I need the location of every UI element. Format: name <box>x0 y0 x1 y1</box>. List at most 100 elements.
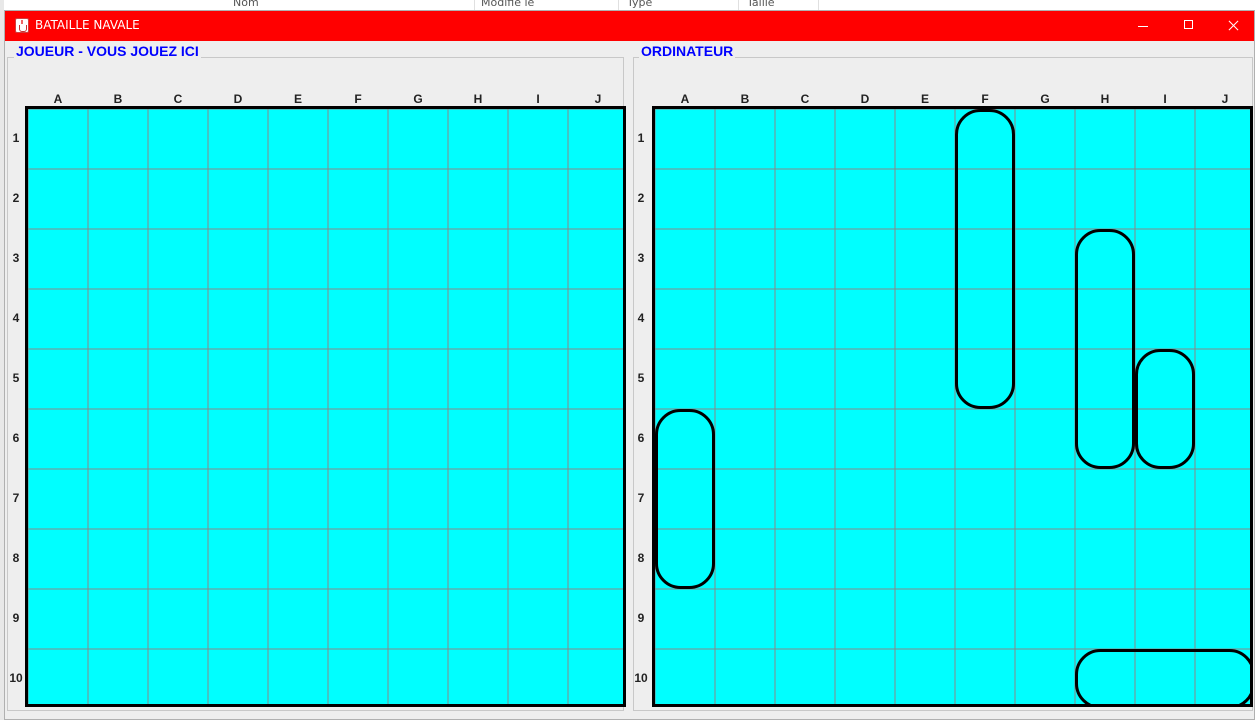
grid-cell-F2[interactable] <box>327 168 389 230</box>
close-button[interactable] <box>1211 11 1255 41</box>
grid-cell-G7[interactable] <box>387 468 449 530</box>
grid-cell-A4[interactable] <box>28 288 89 350</box>
grid-cell-C5[interactable] <box>147 348 209 410</box>
grid-cell-F7[interactable] <box>327 468 389 530</box>
grid-cell-E10[interactable] <box>267 648 329 704</box>
grid-cell-D5[interactable] <box>207 348 269 410</box>
grid-cell-I5[interactable] <box>507 348 569 410</box>
grid-cell-G4[interactable] <box>387 288 449 350</box>
grid-cell-G8[interactable] <box>387 528 449 590</box>
grid-cell-J5[interactable] <box>567 348 623 410</box>
grid-cell-A8[interactable] <box>28 528 89 590</box>
grid-cell-J10[interactable] <box>567 648 623 704</box>
grid-cell-H2[interactable] <box>447 168 509 230</box>
grid-cell-C1[interactable] <box>147 109 209 170</box>
minimize-button[interactable] <box>1121 11 1166 41</box>
grid-cell-F6[interactable] <box>327 408 389 470</box>
grid-cell-B5[interactable] <box>87 348 149 410</box>
grid-cell-A3[interactable] <box>28 228 89 290</box>
grid-cell-C7[interactable] <box>147 468 209 530</box>
grid-cell-J7[interactable] <box>567 468 623 530</box>
grid-cell-B10[interactable] <box>87 648 149 704</box>
grid-cell-A7[interactable] <box>28 468 89 530</box>
grid-cell-G2[interactable] <box>387 168 449 230</box>
grid-cell-B7[interactable] <box>87 468 149 530</box>
player-grid[interactable] <box>28 109 623 704</box>
grid-cell-H9[interactable] <box>447 588 509 650</box>
grid-cell-I9[interactable] <box>507 588 569 650</box>
grid-cell-G3[interactable] <box>387 228 449 290</box>
grid-cell-B9[interactable] <box>87 588 149 650</box>
grid-cell-J8[interactable] <box>567 528 623 590</box>
grid-cell-A9[interactable] <box>28 588 89 650</box>
grid-cell-J2[interactable] <box>567 168 623 230</box>
grid-cell-C8[interactable] <box>147 528 209 590</box>
grid-cell-B3[interactable] <box>87 228 149 290</box>
grid-cell-I8[interactable] <box>507 528 569 590</box>
grid-cell-I10[interactable] <box>507 648 569 704</box>
grid-cell-G5[interactable] <box>387 348 449 410</box>
grid-cell-H10[interactable] <box>447 648 509 704</box>
grid-cell-J9[interactable] <box>567 588 623 650</box>
grid-cell-J6[interactable] <box>567 408 623 470</box>
grid-cell-A1[interactable] <box>28 109 89 170</box>
grid-cell-D6[interactable] <box>207 408 269 470</box>
grid-cell-C9[interactable] <box>147 588 209 650</box>
grid-cell-A2[interactable] <box>28 168 89 230</box>
grid-cell-E1[interactable] <box>267 109 329 170</box>
grid-cell-F10[interactable] <box>327 648 389 704</box>
grid-cell-J1[interactable] <box>567 109 623 170</box>
grid-cell-G10[interactable] <box>387 648 449 704</box>
grid-cell-D9[interactable] <box>207 588 269 650</box>
grid-cell-F9[interactable] <box>327 588 389 650</box>
grid-cell-D10[interactable] <box>207 648 269 704</box>
grid-cell-F4[interactable] <box>327 288 389 350</box>
grid-cell-F5[interactable] <box>327 348 389 410</box>
grid-cell-D8[interactable] <box>207 528 269 590</box>
grid-cell-E7[interactable] <box>267 468 329 530</box>
grid-cell-G9[interactable] <box>387 588 449 650</box>
grid-cell-A5[interactable] <box>28 348 89 410</box>
grid-cell-G1[interactable] <box>387 109 449 170</box>
grid-cell-I3[interactable] <box>507 228 569 290</box>
grid-cell-H4[interactable] <box>447 288 509 350</box>
grid-cell-E4[interactable] <box>267 288 329 350</box>
grid-cell-H6[interactable] <box>447 408 509 470</box>
grid-cell-B4[interactable] <box>87 288 149 350</box>
grid-cell-B1[interactable] <box>87 109 149 170</box>
grid-cell-A10[interactable] <box>28 648 89 704</box>
maximize-button[interactable] <box>1166 11 1211 41</box>
grid-cell-D4[interactable] <box>207 288 269 350</box>
grid-cell-H7[interactable] <box>447 468 509 530</box>
grid-cell-C3[interactable] <box>147 228 209 290</box>
grid-cell-F3[interactable] <box>327 228 389 290</box>
grid-cell-E2[interactable] <box>267 168 329 230</box>
grid-cell-C4[interactable] <box>147 288 209 350</box>
grid-cell-B6[interactable] <box>87 408 149 470</box>
grid-cell-H1[interactable] <box>447 109 509 170</box>
grid-cell-H5[interactable] <box>447 348 509 410</box>
player-board[interactable] <box>25 106 626 707</box>
grid-cell-I1[interactable] <box>507 109 569 170</box>
grid-cell-F8[interactable] <box>327 528 389 590</box>
grid-cell-E5[interactable] <box>267 348 329 410</box>
grid-cell-D7[interactable] <box>207 468 269 530</box>
grid-cell-E9[interactable] <box>267 588 329 650</box>
grid-cell-B2[interactable] <box>87 168 149 230</box>
grid-cell-D1[interactable] <box>207 109 269 170</box>
grid-cell-A6[interactable] <box>28 408 89 470</box>
grid-cell-I7[interactable] <box>507 468 569 530</box>
grid-cell-I6[interactable] <box>507 408 569 470</box>
grid-cell-C6[interactable] <box>147 408 209 470</box>
grid-cell-H3[interactable] <box>447 228 509 290</box>
grid-cell-H8[interactable] <box>447 528 509 590</box>
grid-cell-J4[interactable] <box>567 288 623 350</box>
grid-cell-G6[interactable] <box>387 408 449 470</box>
grid-cell-B8[interactable] <box>87 528 149 590</box>
grid-cell-E3[interactable] <box>267 228 329 290</box>
grid-cell-J3[interactable] <box>567 228 623 290</box>
grid-cell-E8[interactable] <box>267 528 329 590</box>
grid-cell-I4[interactable] <box>507 288 569 350</box>
grid-cell-E6[interactable] <box>267 408 329 470</box>
grid-cell-C2[interactable] <box>147 168 209 230</box>
